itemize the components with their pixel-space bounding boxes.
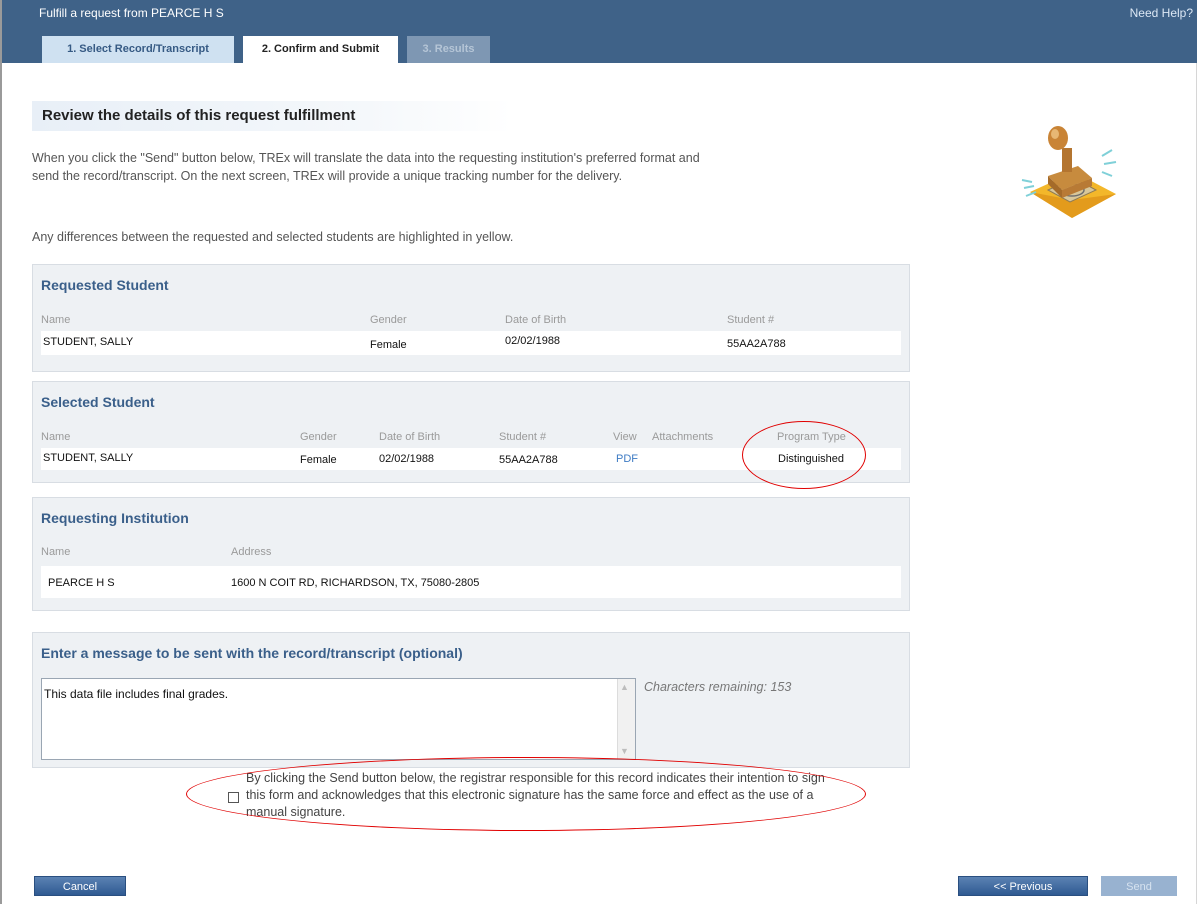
message-panel: Enter a message to be sent with the reco…	[32, 632, 910, 768]
message-scrollbar[interactable]: ▲ ▼	[617, 679, 635, 759]
column-header-gender: Gender	[300, 431, 337, 443]
student-number: 55AA2A788	[727, 338, 786, 350]
send-button[interactable]: Send	[1101, 876, 1177, 896]
column-header-view: View	[613, 431, 637, 443]
student-name: STUDENT, SALLY	[43, 336, 134, 348]
student-name: STUDENT, SALLY	[43, 452, 134, 464]
column-header-name: Name	[41, 314, 71, 326]
panel-title: Requesting Institution	[41, 510, 189, 526]
column-header-dob: Date of Birth	[505, 314, 567, 326]
view-pdf-link[interactable]: PDF	[616, 453, 638, 465]
stamp-icon	[1021, 126, 1117, 218]
annotation-circle-program-type	[742, 421, 866, 489]
column-header-student-number: Student #	[727, 314, 775, 326]
column-header-gender: Gender	[370, 314, 407, 326]
previous-button[interactable]: << Previous	[958, 876, 1088, 896]
column-header-attachments: Attachments	[652, 431, 714, 443]
need-help-link[interactable]: Need Help?	[1130, 6, 1193, 20]
tab-select-record[interactable]: 1. Select Record/Transcript	[42, 36, 234, 63]
panel-title: Enter a message to be sent with the reco…	[41, 645, 463, 661]
institution-name: PEARCE H S	[48, 577, 115, 589]
message-textarea[interactable]: This data file includes final grades. ▲ …	[41, 678, 636, 760]
table-row: STUDENT, SALLY Female 02/02/1988 55AA2A7…	[41, 331, 901, 355]
characters-remaining: Characters remaining: 153	[644, 680, 791, 694]
panel-title: Selected Student	[41, 394, 155, 410]
requested-student-panel: Requested Student Name Gender Date of Bi…	[32, 264, 910, 372]
characters-remaining-count: 153	[770, 680, 792, 694]
annotation-circle-signature	[186, 757, 866, 831]
scroll-up-icon[interactable]: ▲	[620, 682, 629, 692]
requesting-institution-panel: Requesting Institution Name Address PEAR…	[32, 497, 910, 611]
scroll-down-icon[interactable]: ▼	[620, 746, 629, 756]
differences-note: Any differences between the requested an…	[32, 230, 514, 244]
intro-text: When you click the "Send" button below, …	[32, 151, 700, 183]
characters-remaining-label: Characters remaining:	[644, 680, 767, 694]
panel-title: Requested Student	[41, 277, 169, 293]
column-header-name: Name	[41, 546, 71, 558]
page-title: Fulfill a request from PEARCE H S	[39, 6, 224, 20]
student-dob: 02/02/1988	[379, 453, 435, 465]
column-header-student-number: Student #	[499, 431, 547, 443]
tab-confirm-submit[interactable]: 2. Confirm and Submit	[243, 36, 398, 63]
cancel-button[interactable]: Cancel	[34, 876, 126, 896]
student-number: 55AA2A788	[499, 454, 558, 466]
table-row: PEARCE H S 1600 N COIT RD, RICHARDSON, T…	[41, 566, 901, 598]
student-gender: Female	[300, 454, 337, 466]
section-heading: Review the details of this request fulfi…	[32, 101, 512, 131]
institution-address: 1600 N COIT RD, RICHARDSON, TX, 75080-28…	[231, 577, 480, 589]
column-header-name: Name	[41, 431, 71, 443]
message-text: This data file includes final grades.	[44, 687, 229, 701]
student-gender: Female	[370, 339, 407, 351]
column-header-address: Address	[231, 546, 272, 558]
column-header-dob: Date of Birth	[379, 431, 441, 443]
student-dob: 02/02/1988	[505, 335, 561, 347]
tab-results: 3. Results	[407, 36, 490, 63]
